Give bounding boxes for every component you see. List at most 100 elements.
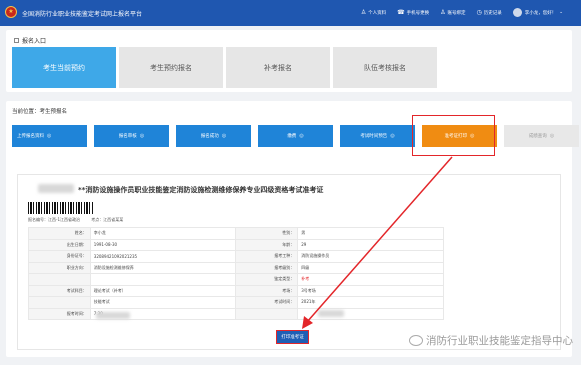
table-cell xyxy=(28,273,91,286)
tab-makeup-registration[interactable]: 补考报名 xyxy=(226,47,330,88)
table-cell: 报考工种： xyxy=(235,250,299,263)
table-row: 姓名： 李小龙 性别： 男 xyxy=(28,227,444,240)
step-upload-materials-label: 上传报名资料 xyxy=(17,134,44,139)
fire-emblem-logo: ★ xyxy=(5,6,17,18)
step-payment-label: 缴费 xyxy=(287,134,297,139)
watermark: 消防行业职业技能鉴定指导中心 xyxy=(409,333,573,348)
table-cell: 年龄： xyxy=(235,238,299,251)
table-row: 出生日期： 1991-08-30 年龄： 29 xyxy=(28,238,444,251)
registration-number: 报名编号：江西-1江西省政治 xyxy=(28,217,80,222)
table-cell: 报考级别： xyxy=(235,261,299,274)
table-cell: 身份证号： xyxy=(28,250,91,263)
nav-personal-info-label: 个人资料 xyxy=(368,10,387,16)
user-icon: ♙ xyxy=(360,9,367,16)
table-row: 身份证号： 32089421092021235 报考工种： 消防设施操作员 xyxy=(28,250,444,263)
table-cell: 考场： xyxy=(235,284,299,297)
table-row: 职业方向： 消防设施检测维修保养 报考级别： 四级 xyxy=(28,261,444,274)
registration-entry-panel: 报名入口 考生当前预约 考生预约报名 补考报名 队伍考核报名 xyxy=(6,30,572,92)
step-payment[interactable]: 缴费 ◎ xyxy=(258,125,333,147)
table-cell: 考试时间： xyxy=(235,296,299,309)
admit-card-title: **消防设施操作员职业技能鉴定消防设施检测维修保养专业四级资格考试准考证 xyxy=(78,186,324,194)
top-nav: ♙ 个人资料 ☎ 手机号更换 ♙ 账号绑定 ◷ 历史记录 李小龙，您好！ ⌄ xyxy=(361,8,563,17)
watermark-text: 消防行业职业技能鉴定指导中心 xyxy=(426,335,573,347)
step-exam-notice[interactable]: 考试时间预告 ◎ xyxy=(340,125,415,147)
candidate-photo xyxy=(496,231,548,297)
nav-account-binding-label: 账号绑定 xyxy=(447,10,466,16)
table-cell: 2021年 xyxy=(297,296,444,309)
table-row: 报考时间： 7:30 xyxy=(28,307,444,320)
entry-tabs: 考生当前预约 考生预约报名 补考报名 队伍考核报名 xyxy=(12,47,437,88)
step-score-query-label: 成绩查询 xyxy=(528,134,547,139)
print-admit-card-button[interactable]: 打印准考证 xyxy=(276,330,309,344)
annotation-highlight-box xyxy=(412,115,495,156)
breadcrumb: 当前位置：考生预报名 xyxy=(12,109,68,115)
table-cell: 性别： xyxy=(235,227,299,240)
nav-account-binding[interactable]: ♙ 账号绑定 xyxy=(440,9,465,16)
step-success-label: 报名成功 xyxy=(200,134,219,139)
tab-appointment-registration[interactable]: 考生预约报名 xyxy=(119,47,223,88)
user-greeting: 李小龙，您好！ xyxy=(524,10,557,16)
chevron-down-icon: ⌄ xyxy=(559,10,563,15)
table-cell: 3号考场 xyxy=(297,284,444,297)
table-row: 鉴定类型： 补考 xyxy=(28,273,444,286)
step-review[interactable]: 报名审核 ◎ xyxy=(94,125,169,147)
nav-personal-info[interactable]: ♙ 个人资料 xyxy=(361,9,386,16)
table-cell xyxy=(28,296,91,309)
shield-user-icon: ♙ xyxy=(440,9,446,16)
table-cell: 消防设施操作员 xyxy=(297,250,444,263)
table-cell: 理论考试（补考） xyxy=(89,284,237,297)
table-cell: 男 xyxy=(297,227,444,240)
check-circle-icon: ◎ xyxy=(47,133,52,139)
step-review-label: 报名审核 xyxy=(118,134,137,139)
step-upload-materials[interactable]: 上传报名资料 ◎ xyxy=(12,125,87,147)
table-row: 技能考试 考试时间： 2021年 xyxy=(28,296,444,309)
section-heading: 报名入口 xyxy=(14,36,46,45)
check-circle-icon: ◎ xyxy=(139,133,145,139)
admit-card-meta: 报名编号：江西-1江西省政治 考点：江西省某某 xyxy=(28,217,133,223)
check-circle-icon: ◎ xyxy=(221,133,227,139)
table-cell: 技能考试 xyxy=(89,296,237,309)
table-cell: 李小龙 xyxy=(89,227,237,240)
table-cell: 出生日期： xyxy=(28,238,91,251)
checkbox-icon xyxy=(14,38,19,43)
step-exam-notice-label: 考试时间预告 xyxy=(360,134,388,139)
table-cell xyxy=(235,307,299,320)
step-score-query[interactable]: 成绩查询 ◎ xyxy=(504,125,579,147)
tab-team-assessment[interactable]: 队伍考核报名 xyxy=(333,47,437,88)
user-menu[interactable]: 李小龙，您好！ ⌄ xyxy=(512,8,563,17)
table-row: 考试科目： 理论考试（补考） 考场： 3号考场 xyxy=(28,284,444,297)
step-success[interactable]: 报名成功 ◎ xyxy=(176,125,251,147)
table-cell: 职业方向： xyxy=(28,261,91,274)
app-title: 全国消防行业职业技能鉴定考试网上报名平台 xyxy=(22,11,143,18)
top-header: ★ 全国消防行业职业技能鉴定考试网上报名平台 ♙ 个人资料 ☎ 手机号更换 ♙ … xyxy=(0,0,581,26)
table-cell: 考试科目： xyxy=(28,284,91,297)
wechat-icon xyxy=(409,335,423,346)
clock-icon: ◷ xyxy=(476,9,482,16)
table-cell xyxy=(89,273,237,286)
table-cell: 补考 xyxy=(297,273,444,286)
check-circle-icon: ◎ xyxy=(390,133,395,139)
phone-icon: ☎ xyxy=(397,9,405,16)
nav-history-label: 历史记录 xyxy=(483,10,502,16)
check-circle-icon: ◎ xyxy=(299,133,304,139)
redacted-region xyxy=(96,312,130,319)
tab-current-appointment[interactable]: 考生当前预约 xyxy=(12,47,116,88)
check-circle-icon: ◎ xyxy=(549,133,555,139)
nav-history[interactable]: ◷ 历史记录 xyxy=(476,9,501,16)
avatar xyxy=(512,8,522,17)
table-cell: 四级 xyxy=(297,261,444,274)
table-cell: 鉴定类型： xyxy=(235,273,299,286)
section-heading-label: 报名入口 xyxy=(22,38,47,45)
barcode xyxy=(28,202,94,214)
nav-change-phone-label: 手机号更换 xyxy=(406,10,430,16)
table-cell: 32089421092021235 xyxy=(89,250,237,263)
admit-card: **消防设施操作员职业技能鉴定消防设施检测维修保养专业四级资格考试准考证 报名编… xyxy=(17,174,561,350)
redacted-region xyxy=(38,184,74,193)
table-cell: 报考时间： xyxy=(28,307,91,320)
redacted-region xyxy=(318,310,344,317)
table-cell: 29 xyxy=(297,238,444,251)
table-cell: 姓名： xyxy=(28,227,91,240)
table-cell: 1991-08-30 xyxy=(89,238,237,251)
admit-card-table: 姓名： 李小龙 性别： 男 出生日期： 1991-08-30 年龄： 29 身份… xyxy=(28,227,444,320)
nav-change-phone[interactable]: ☎ 手机号更换 xyxy=(397,9,429,16)
